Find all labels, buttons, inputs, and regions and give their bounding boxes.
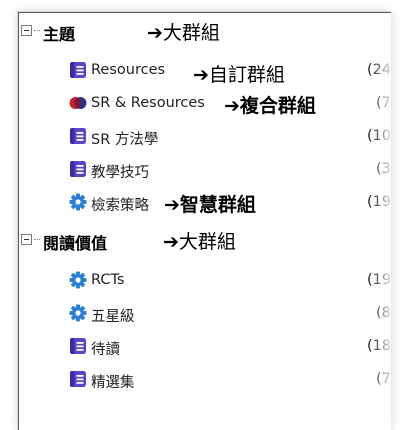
item-label: SR 方法學 [91,132,159,148]
item-count: (7 [376,371,391,387]
smart-group-gear-icon [69,304,87,322]
composite-group-icon [69,97,87,109]
screenshot-stage: 主題 ➔大群組 Resources ➔自訂群組 (24 SR & Resourc… [0,0,408,430]
item-label: 精選集 [91,375,135,391]
item-count: (19 [367,272,392,288]
item-label: 待讀 [91,342,120,358]
annotation-label: ➔複合群組 [224,95,316,117]
notebook-icon [70,371,86,387]
item-label: 檢索策略 [91,198,149,214]
item-count: (3 [376,161,391,177]
tree-item-search-strategy[interactable]: 檢索策略 ➔智慧群組 (19 [19,188,391,218]
item-label: 教學技巧 [91,165,149,181]
item-label: 五星級 [91,309,135,325]
tree-item-sr-resources[interactable]: SR & Resources ➔複合群組 (7 [19,89,391,119]
group-label: 主題 [43,25,76,44]
tree-item-teaching-skills[interactable]: 教學技巧 (3 [19,155,391,185]
notebook-icon [70,338,86,354]
tree-item-rcts[interactable]: RCTs (19 [19,266,391,296]
group-header-topics[interactable]: 主題 ➔大群組 [19,17,391,47]
tree-item-five-star[interactable]: 五星級 (8 [19,299,391,329]
group-tree-panel: 主題 ➔大群組 Resources ➔自訂群組 (24 SR & Resourc… [18,12,391,430]
collapse-toggle-icon[interactable] [21,234,32,245]
smart-group-gear-icon [69,193,87,211]
item-count: (18 [367,338,392,354]
notebook-icon [70,128,86,144]
item-count: (8 [376,305,391,321]
notebook-icon [70,161,86,177]
tree-item-curated[interactable]: 精選集 (7 [19,365,391,395]
tree-item-to-read[interactable]: 待讀 (18 [19,332,391,362]
item-count: (7 [376,95,391,111]
tree-item-resources[interactable]: Resources ➔自訂群組 (24 [19,56,391,86]
tree-item-sr-methodology[interactable]: SR 方法學 (10 [19,122,391,152]
annotation-label: ➔大群組 [147,22,220,44]
annotation-label: ➔智慧群組 [164,194,256,216]
tree-connector [34,30,40,31]
smart-group-gear-icon [69,271,87,289]
item-label: RCTs [91,272,125,288]
item-count: (24 [367,62,392,78]
notebook-icon [70,62,86,78]
item-label: SR & Resources [91,95,205,111]
annotation-label: ➔自訂群組 [193,64,285,86]
group-header-reading-value[interactable]: 閱讀價值 ➔大群組 [19,226,391,256]
collapse-toggle-icon[interactable] [21,25,32,36]
item-label: Resources [91,62,166,78]
tree-connector [34,239,40,240]
item-count: (19 [367,194,392,210]
item-count: (10 [367,128,392,144]
group-label: 閱讀價值 [43,234,108,253]
annotation-label: ➔大群組 [163,231,236,253]
